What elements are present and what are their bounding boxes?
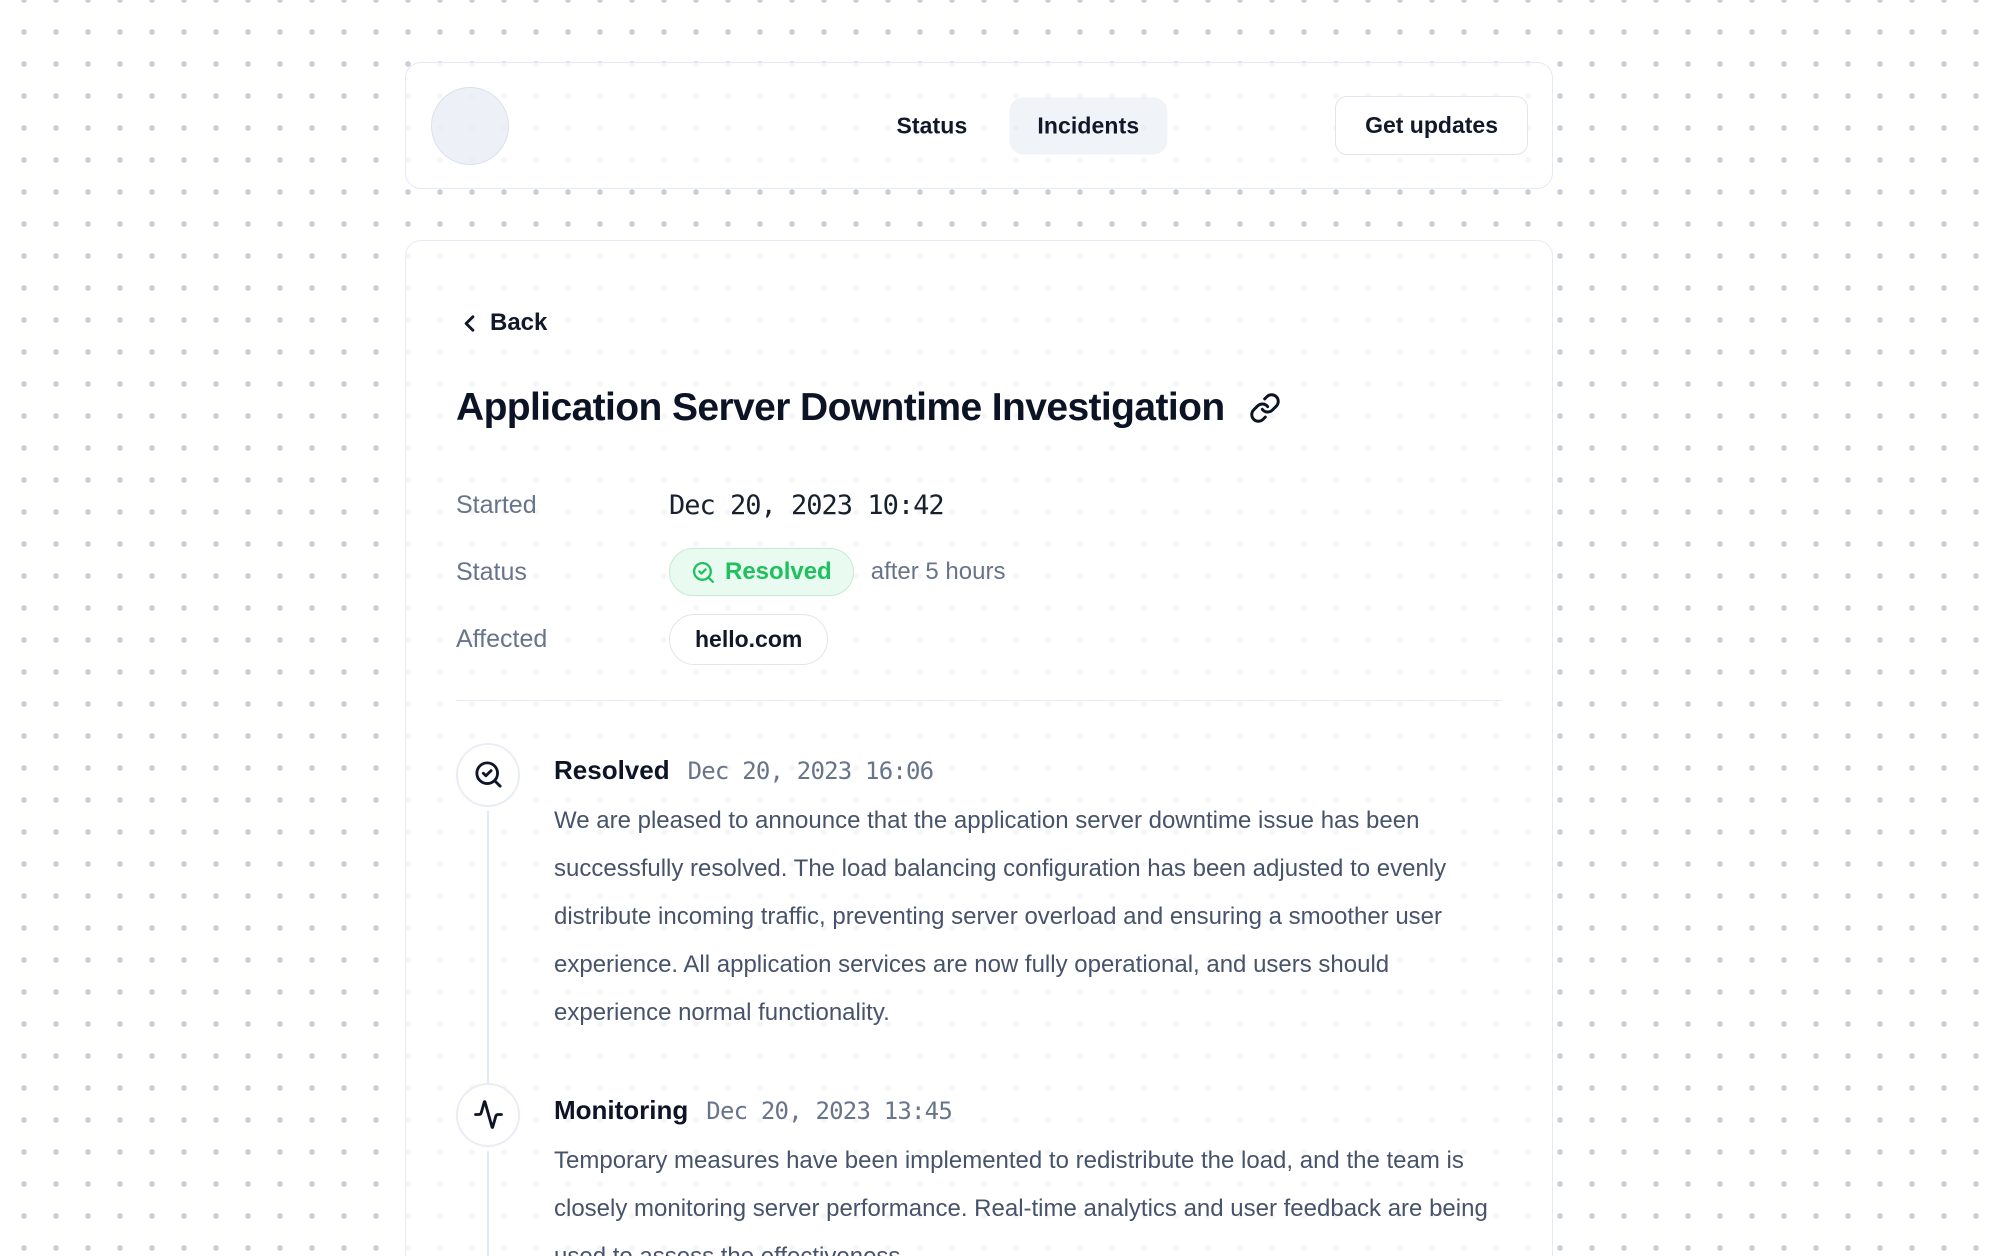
back-label: Back <box>490 309 547 337</box>
status-label: Status <box>456 558 669 587</box>
chevron-left-icon <box>456 310 483 337</box>
started-value: Dec 20, 2023 10:42 <box>669 490 1502 521</box>
meta-row-affected: Affected hello.com <box>456 606 1502 673</box>
link-icon[interactable] <box>1249 392 1281 424</box>
update-timestamp: Dec 20, 2023 16:06 <box>688 757 934 785</box>
status-duration: after 5 hours <box>871 558 1006 586</box>
tab-incidents[interactable]: Incidents <box>1009 97 1167 154</box>
started-label: Started <box>456 491 669 520</box>
incident-meta: Started Dec 20, 2023 10:42 Status Resolv… <box>456 472 1502 673</box>
update-status: Monitoring <box>554 1095 688 1126</box>
get-updates-button[interactable]: Get updates <box>1335 96 1528 155</box>
back-button[interactable]: Back <box>456 309 547 337</box>
tab-status[interactable]: Status <box>868 97 995 154</box>
status-badge: Resolved <box>669 548 854 596</box>
update-status: Resolved <box>554 755 670 786</box>
update-body: Temporary measures have been implemented… <box>554 1137 1502 1256</box>
search-check-icon <box>691 560 716 585</box>
meta-row-started: Started Dec 20, 2023 10:42 <box>456 472 1502 539</box>
search-check-icon <box>456 743 520 807</box>
affected-label: Affected <box>456 625 669 654</box>
update-body: We are pleased to announce that the appl… <box>554 797 1502 1037</box>
timeline-entry-resolved: Resolved Dec 20, 2023 16:06 We are pleas… <box>456 743 1502 1083</box>
timeline-entry-monitoring: Monitoring Dec 20, 2023 13:45 Temporary … <box>456 1083 1502 1256</box>
activity-icon <box>456 1083 520 1147</box>
incident-timeline: Resolved Dec 20, 2023 16:06 We are pleas… <box>456 743 1502 1256</box>
status-badge-label: Resolved <box>725 558 832 586</box>
update-timestamp: Dec 20, 2023 13:45 <box>706 1097 952 1125</box>
affected-component-pill[interactable]: hello.com <box>669 614 828 665</box>
incident-card: Back Application Server Downtime Investi… <box>405 240 1553 1256</box>
top-nav: Status Incidents Get updates <box>405 62 1553 189</box>
nav-tabs: Status Incidents <box>868 97 1167 154</box>
page-title: Application Server Downtime Investigatio… <box>456 386 1225 430</box>
meta-row-status: Status Resolved after 5 hours <box>456 539 1502 606</box>
divider <box>456 700 1502 701</box>
avatar <box>431 87 509 165</box>
